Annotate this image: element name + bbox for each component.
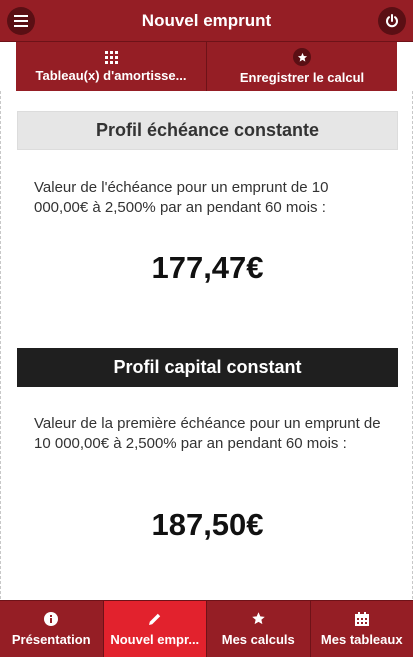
amortization-tables-label: Tableau(x) d'amortisse...: [35, 67, 187, 83]
star-icon: [252, 612, 265, 625]
pencil-icon: [148, 613, 160, 625]
nav-item-presentation[interactable]: Présentation: [0, 601, 104, 657]
power-icon: [386, 14, 398, 28]
constant-capital-description: Valeur de la première échéance pour un e…: [34, 415, 381, 452]
amortization-tables-button[interactable]: Tableau(x) d'amortisse...: [16, 42, 207, 91]
menu-icon: [14, 15, 28, 27]
nav-label-presentation: Présentation: [11, 631, 91, 647]
info-icon: [44, 611, 59, 626]
action-bar: Tableau(x) d'amortisse... Enregistrer le…: [16, 42, 397, 91]
bottom-nav: Présentation Nouvel empr... Mes calculs …: [0, 600, 413, 657]
save-calculation-button[interactable]: Enregistrer le calcul: [207, 42, 397, 91]
constant-capital-title: Profil capital constant: [17, 348, 398, 387]
nav-label-my-calculations: Mes calculs: [221, 632, 295, 647]
constant-payment-description: Valeur de l'échéance pour un emprunt de …: [34, 179, 329, 216]
star-icon: [293, 48, 311, 66]
constant-payment-amount: 177,47€: [151, 250, 264, 285]
calendar-icon: [354, 611, 369, 626]
nav-label-my-tables: Mes tableaux: [320, 631, 403, 647]
menu-button[interactable]: [7, 7, 35, 35]
constant-payment-title: Profil échéance constante: [17, 111, 398, 150]
grid-icon: [104, 50, 118, 64]
nav-item-new-loan[interactable]: Nouvel empr...: [103, 601, 207, 657]
nav-label-new-loan: Nouvel empr...: [110, 631, 200, 647]
header-bar: Nouvel emprunt: [0, 0, 413, 42]
save-calculation-label: Enregistrer le calcul: [239, 70, 365, 85]
nav-item-my-calculations[interactable]: Mes calculs: [207, 601, 311, 657]
nav-item-my-tables[interactable]: Mes tableaux: [311, 601, 413, 657]
power-button[interactable]: [378, 7, 406, 35]
main-content: Profil échéance constante Valeur de l'éc…: [0, 91, 413, 599]
page-title: Nouvel emprunt: [141, 10, 272, 30]
constant-capital-amount: 187,50€: [151, 507, 264, 542]
